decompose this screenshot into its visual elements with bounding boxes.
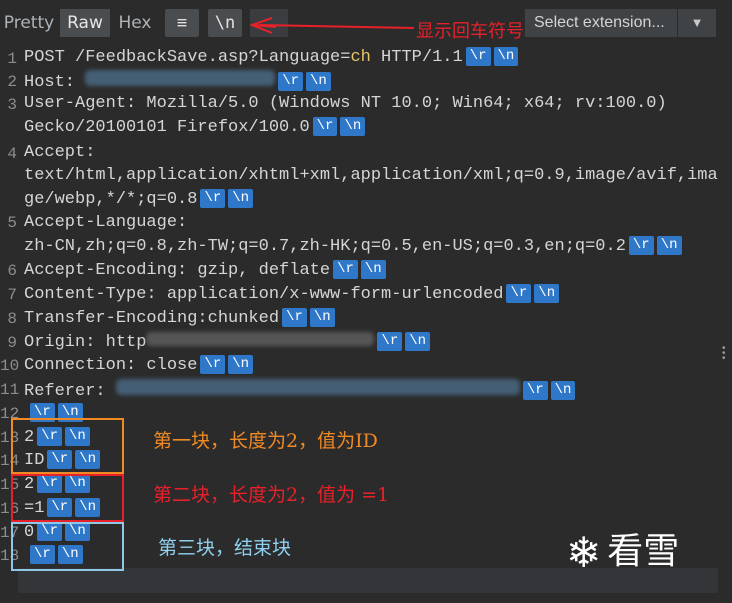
chevron-down-icon[interactable]: ▼ <box>678 9 716 37</box>
header-text: Content-Type: application/x-www-form-url… <box>24 285 504 304</box>
cr-marker: \r <box>200 355 226 374</box>
lf-marker: \n <box>360 260 386 279</box>
header-accept-language-cont: zh-CN,zh;q=0.8,zh-TW;q=0.7,zh-HK;q=0.5,e… <box>24 236 682 258</box>
line-number: 10 <box>0 357 20 375</box>
header-connection: Connection: close \r \n <box>24 355 254 377</box>
lf-marker: \n <box>534 284 560 303</box>
line-number: 9 <box>7 334 17 352</box>
pretty-tab[interactable]: Pretty <box>0 9 58 37</box>
lf-marker: \n <box>656 236 682 255</box>
annotation-chunk-one: 第一块，长度为2，值为ID <box>153 430 378 452</box>
snowflake-icon: ❄ <box>566 528 602 577</box>
cr-marker: \r <box>333 260 358 279</box>
line-number: 11 <box>0 381 20 399</box>
cr-marker: \r <box>200 189 226 208</box>
cr-marker: \r <box>522 381 548 400</box>
header-user-agent: User-Agent: Mozilla/5.0 (Windows NT 10.0… <box>24 93 667 115</box>
lf-marker: \n <box>340 117 366 136</box>
request-text: HTTP/1.1 <box>370 48 463 67</box>
redacted-referer <box>115 379 520 395</box>
cr-marker: \r <box>465 47 491 66</box>
logo-text: 看雪 <box>607 531 680 572</box>
redacted-origin <box>146 332 375 346</box>
message-editor-toolbar: Pretty Raw Hex ≡ \n 显示回车符号 Select extens… <box>0 0 732 46</box>
annotation-chunk-three: 第三块，结束块 <box>158 537 292 559</box>
header-origin: Origin: http \r \n <box>24 332 431 354</box>
header-text: Accept: <box>24 143 96 162</box>
resize-handle-icon[interactable]: • • • <box>722 344 726 364</box>
header-text: Referer: <box>24 382 116 401</box>
show-newlines-button[interactable]: \n <box>208 9 242 37</box>
line-number: 4 <box>7 145 17 163</box>
line-number: 2 <box>7 73 17 91</box>
redacted-host <box>85 70 276 86</box>
chunk-one-highlight <box>11 418 124 474</box>
cr-marker: \r <box>506 284 532 303</box>
line-number: 8 <box>7 310 17 328</box>
header-text: text/html,application/xhtml+xml,applicat… <box>24 166 718 185</box>
header-host: Host: \r \n <box>24 70 331 94</box>
line-number: 1 <box>7 50 17 68</box>
cr-marker: \r <box>278 72 304 91</box>
header-content-type: Content-Type: application/x-www-form-url… <box>24 284 560 306</box>
select-extension-dropdown[interactable]: Select extension... <box>525 9 677 37</box>
cr-marker: \r <box>377 332 403 351</box>
line-number: 3 <box>7 96 17 114</box>
header-accept-encoding: Accept-Encoding: gzip, deflate \r \n <box>24 260 386 282</box>
wrap-lines-button[interactable]: ≡ <box>165 9 199 37</box>
cr-marker: \r <box>628 236 654 255</box>
chunk-three-highlight <box>11 522 124 571</box>
line-number: 5 <box>7 214 17 232</box>
header-accept-language: Accept-Language: <box>24 212 187 234</box>
lf-marker: \n <box>228 189 254 208</box>
header-text: Gecko/20100101 Firefox/100.0 <box>24 118 310 137</box>
chunk-two-highlight <box>11 474 124 522</box>
lf-marker: \n <box>405 332 431 351</box>
header-accept-cont: ge/webp,*/*;q=0.8 \r \n <box>24 189 254 211</box>
header-text: User-Agent: Mozilla/5.0 (Windows NT 10.0… <box>24 94 667 113</box>
request-text: POST /FeedbackSave.asp?Language= <box>24 48 351 67</box>
request-editor[interactable]: 1 2 3 4 5 6 7 8 9 10 11 12 13 14 15 16 1… <box>0 46 732 603</box>
header-text: Accept-Language: <box>24 213 188 232</box>
raw-tab[interactable]: Raw <box>60 9 110 37</box>
header-text: Host: <box>24 73 86 92</box>
cr-marker: \r <box>282 308 307 327</box>
annotation-chunk-two: 第二块，长度为2，值为 =1 <box>153 484 390 506</box>
line-number: 7 <box>7 286 17 304</box>
header-user-agent-cont: Gecko/20100101 Firefox/100.0 \r \n <box>24 117 366 139</box>
cr-marker: \r <box>312 117 338 136</box>
header-accept: Accept: <box>24 142 95 164</box>
lf-marker: \n <box>228 355 254 374</box>
header-text: Origin: http <box>24 333 147 352</box>
header-text: zh-CN,zh;q=0.8,zh-TW;q=0.7,zh-HK;q=0.5,e… <box>24 237 626 256</box>
lf-marker: \n <box>309 308 335 327</box>
header-text: Transfer-Encoding:chunked <box>24 309 280 328</box>
header-accept-cont: text/html,application/xhtml+xml,applicat… <box>24 165 718 187</box>
wrap-lines-icon: ≡ <box>176 13 188 33</box>
hex-tab[interactable]: Hex <box>112 9 158 37</box>
lf-marker: \n <box>493 47 519 66</box>
header-transfer-encoding: Transfer-Encoding:chunked \r \n <box>24 308 335 330</box>
request-line: POST /FeedbackSave.asp?Language=ch HTTP/… <box>24 47 519 69</box>
watermark-logo: ❄ 看雪 <box>566 522 679 577</box>
line-number: 6 <box>7 262 17 280</box>
header-text: Connection: close <box>24 356 198 375</box>
header-text: Accept-Encoding: gzip, deflate <box>24 261 331 280</box>
annotation-arrow-icon <box>249 17 415 34</box>
param-value: ch <box>350 48 371 67</box>
lf-marker: \n <box>306 72 331 91</box>
header-text: ge/webp,*/*;q=0.8 <box>24 190 198 209</box>
header-referer: Referer: \r \n <box>24 379 576 403</box>
newline-icon: \n <box>214 13 236 33</box>
lf-marker: \n <box>550 381 576 400</box>
annotation-show-newlines: 显示回车符号 <box>416 21 524 42</box>
